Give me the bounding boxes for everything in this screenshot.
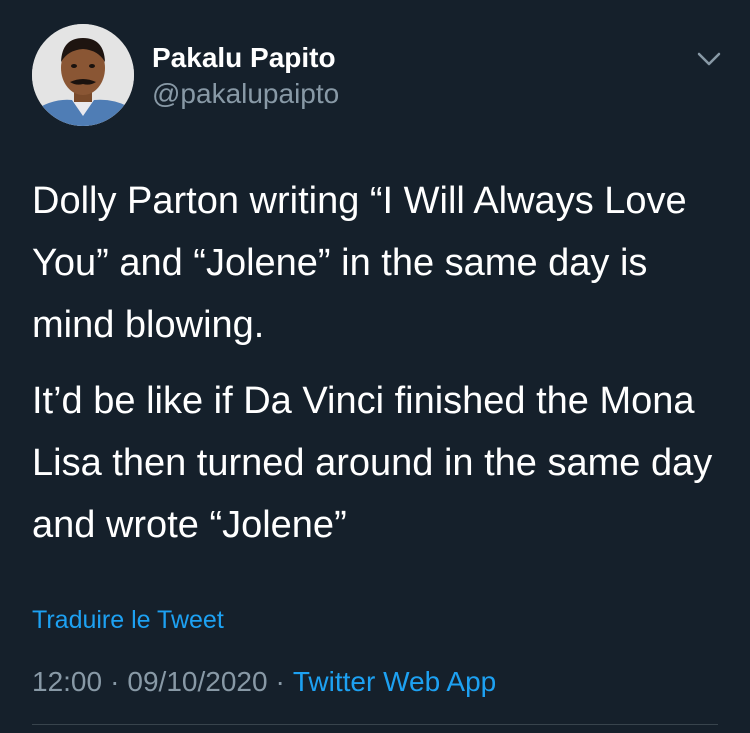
translate-tweet-link[interactable]: Traduire le Tweet bbox=[32, 606, 224, 635]
meta-separator: · bbox=[275, 666, 285, 697]
tweet-date[interactable]: 09/10/2020 bbox=[127, 666, 267, 697]
chevron-down-icon[interactable] bbox=[694, 46, 724, 72]
avatar[interactable] bbox=[32, 24, 134, 126]
tweet-meta: 12:00 · 09/10/2020 · Twitter Web App bbox=[32, 666, 496, 698]
display-name[interactable]: Pakalu Papito bbox=[152, 42, 336, 74]
tweet-paragraph: It’d be like if Da Vinci finished the Mo… bbox=[32, 380, 713, 546]
tweet-paragraph: Dolly Parton writing “I Will Always Love… bbox=[32, 180, 687, 346]
tweet-time[interactable]: 12:00 bbox=[32, 666, 102, 697]
divider bbox=[32, 724, 718, 725]
tweet-source-link[interactable]: Twitter Web App bbox=[293, 666, 496, 697]
username[interactable]: @pakalupaipto bbox=[152, 78, 339, 110]
tweet-text: Dolly Parton writing “I Will Always Love… bbox=[32, 170, 722, 570]
meta-separator: · bbox=[110, 666, 120, 697]
avatar-photo-icon bbox=[32, 24, 134, 126]
